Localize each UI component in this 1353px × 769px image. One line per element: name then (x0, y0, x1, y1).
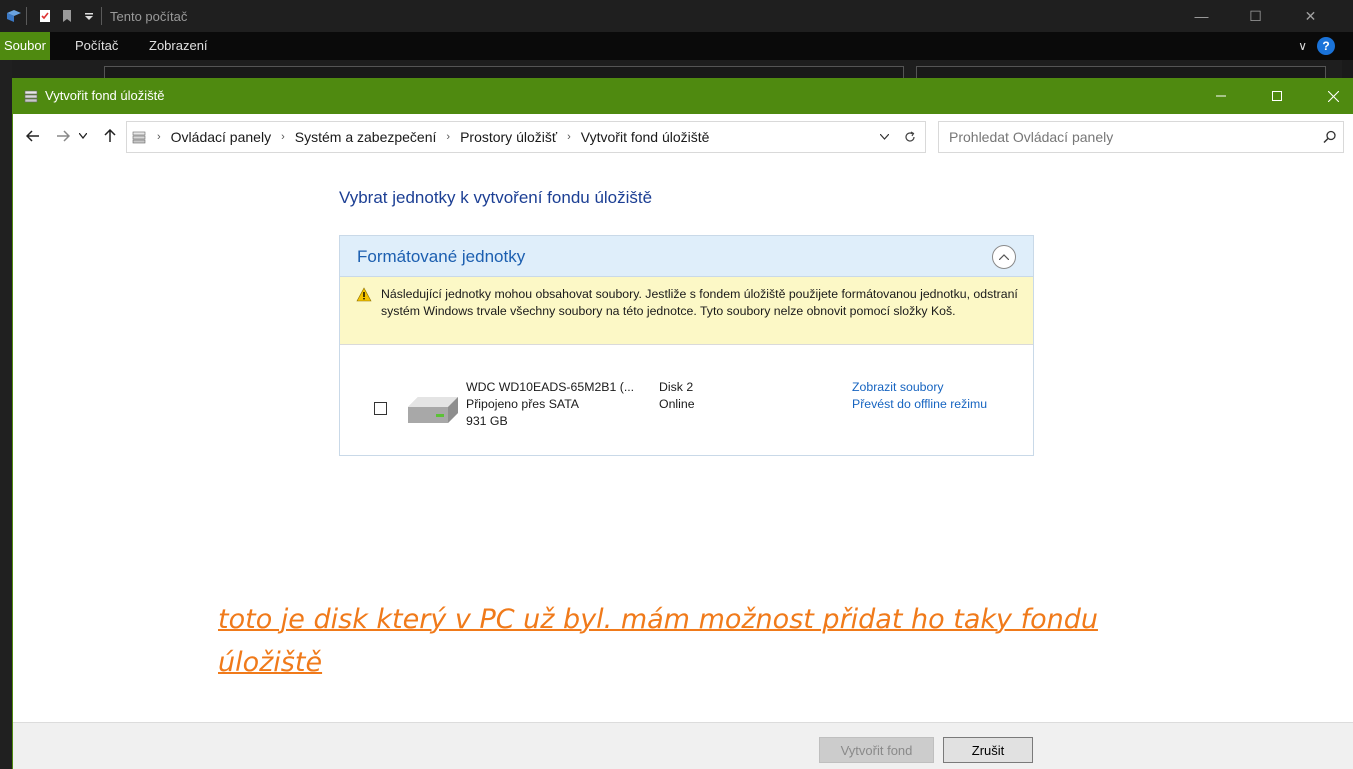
bg-minimize-button[interactable]: — (1174, 0, 1229, 32)
panel-header[interactable]: Formátované jednotky (340, 236, 1033, 277)
storage-spaces-icon (24, 90, 38, 103)
take-offline-link[interactable]: Převést do offline režimu (852, 397, 987, 411)
help-icon[interactable]: ? (1317, 37, 1335, 55)
back-arrow-icon (26, 130, 39, 142)
back-button[interactable] (23, 126, 43, 146)
maximize-icon (1272, 91, 1282, 101)
close-button[interactable] (1305, 78, 1353, 114)
section-title: Formátované jednotky (357, 247, 526, 266)
drive-row: WDC WD10EADS-65M2B1 (... Připojeno přes … (340, 345, 1033, 455)
user-annotation: toto je disk který v PC už byl. mám možn… (218, 604, 1098, 678)
drive-disk-number: Disk 2 (659, 380, 694, 394)
chevron-up-icon (999, 254, 1009, 260)
window-title: Vytvořit fond úložiště (45, 88, 165, 103)
drive-status: Online (659, 397, 695, 411)
drive-name: WDC WD10EADS-65M2B1 (... (466, 380, 635, 394)
control-panel-icon (132, 131, 146, 144)
properties-icon[interactable] (37, 8, 53, 24)
background-ribbon: Soubor Počítač Zobrazení ∨ ? (0, 32, 1353, 60)
breadcrumb-create-pool[interactable]: Vytvořit fond úložiště (581, 129, 710, 145)
close-icon (1327, 90, 1339, 102)
refresh-icon (905, 131, 915, 142)
refresh-button[interactable] (895, 122, 925, 152)
window-titlebar: Vytvořit fond úložiště (13, 78, 1353, 114)
address-bar[interactable]: › Ovládací panely › Systém a zabezpečení… (126, 121, 926, 153)
warning-icon (356, 287, 372, 302)
bg-maximize-button[interactable]: ☐ (1228, 0, 1283, 32)
main-content: Vybrat jednotky k vytvoření fondu úložiš… (13, 160, 1353, 722)
collapse-button[interactable] (992, 245, 1016, 269)
search-box[interactable] (938, 121, 1344, 153)
hard-drive-icon (408, 397, 458, 423)
background-nav-pane (0, 60, 12, 769)
drive-size: 931 GB (466, 414, 508, 428)
page-title: Vybrat jednotky k vytvoření fondu úložiš… (339, 188, 653, 207)
search-icon[interactable] (1323, 130, 1337, 144)
ribbon-tab-computer[interactable]: Počítač (75, 32, 118, 60)
breadcrumb: › Ovládací panely › Systém a zabezpečení… (127, 122, 709, 152)
ribbon-tab-file[interactable]: Soubor (0, 32, 50, 60)
forward-arrow-icon (57, 130, 70, 142)
breadcrumb-system-security[interactable]: Systém a zabezpečení (295, 129, 437, 145)
drive-checkbox[interactable] (374, 402, 387, 415)
up-arrow-icon (104, 129, 116, 142)
ribbon-expand-icon[interactable]: ∨ (1298, 39, 1307, 53)
minimize-button[interactable] (1193, 78, 1249, 114)
recent-locations-button[interactable] (77, 126, 89, 146)
create-pool-window: Vytvořit fond úložiště › Ovládací panely… (12, 78, 1353, 769)
breadcrumb-separator-icon[interactable]: › (446, 131, 450, 143)
create-pool-button[interactable]: Vytvořit fond (819, 737, 934, 763)
drive-connection: Připojeno přes SATA (466, 397, 580, 411)
breadcrumb-control-panel[interactable]: Ovládací panely (171, 129, 271, 145)
ribbon-tab-view[interactable]: Zobrazení (149, 32, 208, 60)
breadcrumb-separator-icon[interactable]: › (281, 131, 285, 143)
warning-banner: Následující jednotky mohou obsahovat sou… (340, 277, 1033, 345)
formatted-drives-panel: Formátované jednotky Následující jednotk… (339, 235, 1034, 456)
breadcrumb-storage-spaces[interactable]: Prostory úložišť (460, 129, 557, 145)
view-files-link[interactable]: Zobrazit soubory (852, 380, 944, 394)
quick-access-toolbar: Tento počítač (0, 6, 187, 26)
new-folder-icon[interactable] (59, 8, 75, 24)
warning-text: Následující jednotky mohou obsahovat sou… (381, 287, 1018, 318)
cancel-button[interactable]: Zrušit (943, 737, 1033, 763)
customize-toolbar-icon[interactable] (81, 8, 97, 24)
breadcrumb-separator-icon[interactable]: › (567, 131, 571, 143)
background-window-titlebar: Tento počítač — ☐ ✕ (0, 0, 1353, 32)
forward-button[interactable] (53, 126, 73, 146)
chevron-down-icon (79, 133, 87, 139)
minimize-icon (1216, 95, 1226, 97)
explorer-icon[interactable] (6, 8, 22, 24)
bg-close-button[interactable]: ✕ (1283, 0, 1338, 32)
background-window-title: Tento počítač (110, 8, 188, 24)
breadcrumb-separator-icon[interactable]: › (157, 131, 161, 143)
navigation-bar: › Ovládací panely › Systém a zabezpečení… (13, 114, 1353, 160)
search-input[interactable] (939, 122, 1309, 152)
dialog-footer: Vytvořit fond Zrušit (13, 722, 1353, 769)
up-button[interactable] (100, 126, 120, 146)
maximize-button[interactable] (1249, 78, 1305, 114)
address-dropdown-icon[interactable] (879, 131, 890, 143)
